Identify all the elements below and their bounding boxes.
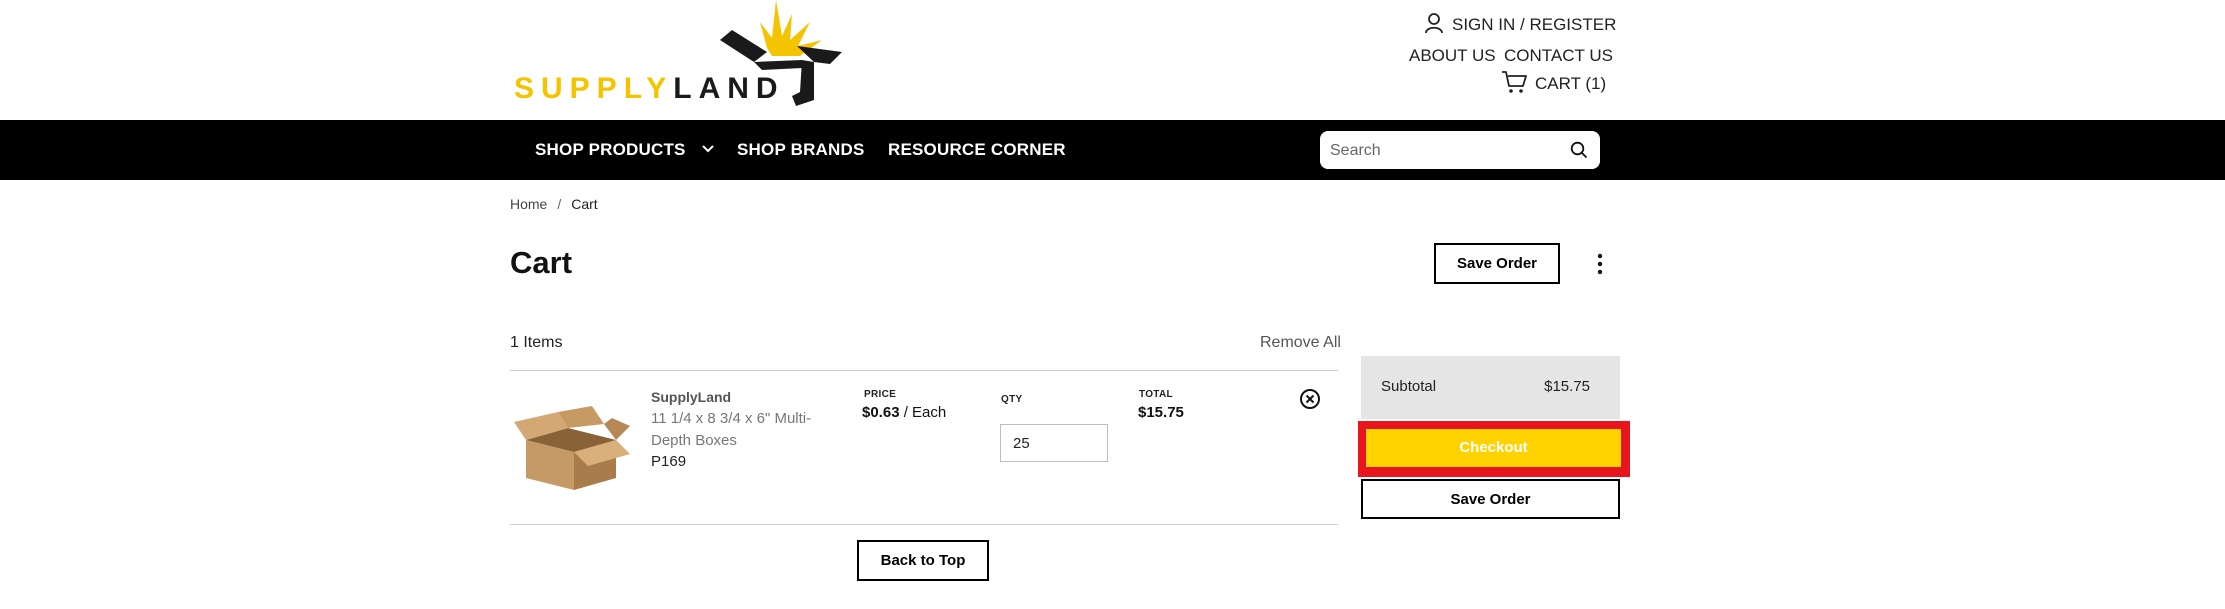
nav-resource-corner[interactable]: RESOURCE CORNER [888, 140, 1066, 160]
breadcrumb-separator: / [557, 196, 562, 212]
divider-top [510, 370, 1338, 371]
nav-shop-products-label: SHOP PRODUCTS [535, 140, 686, 159]
search-box [1320, 131, 1600, 171]
supplyland-logo[interactable]: SUPPLYLAND [512, 0, 842, 112]
subtotal-value: $15.75 [1544, 378, 1590, 395]
search-icon[interactable] [1570, 141, 1588, 159]
nav-shop-products[interactable]: SHOP PRODUCTS [535, 140, 715, 160]
checkout-button[interactable]: Checkout [1366, 429, 1621, 467]
user-icon [1425, 13, 1443, 34]
nav-shop-brands[interactable]: SHOP BRANDS [737, 140, 865, 160]
chevron-down-icon [701, 145, 714, 153]
product-sku: P169 [651, 453, 687, 470]
breadcrumb-current: Cart [571, 196, 598, 212]
price-label: PRICE [864, 389, 897, 400]
product-image[interactable] [512, 400, 632, 492]
qty-label: QTY [1001, 394, 1023, 405]
breadcrumb-home[interactable]: Home [510, 196, 547, 212]
quantity-input[interactable] [1000, 424, 1108, 462]
remove-all-link[interactable]: Remove All [1260, 334, 1341, 352]
cart-link[interactable]: CART (1) [1501, 70, 1606, 94]
sign-in-link[interactable]: SIGN IN / REGISTER [1424, 12, 1616, 35]
remove-item-icon[interactable] [1299, 388, 1321, 410]
cart-label: CART (1) [1535, 74, 1607, 93]
save-order-button-top[interactable]: Save Order [1434, 243, 1560, 284]
divider-bottom [510, 524, 1338, 525]
contact-us-link[interactable]: CONTACT US [1504, 46, 1613, 66]
cart-icon [1502, 71, 1527, 93]
back-to-top-button[interactable]: Back to Top [857, 540, 989, 581]
about-us-link[interactable]: ABOUT US [1409, 46, 1496, 66]
total-label: TOTAL [1139, 389, 1173, 400]
more-options-icon[interactable] [1593, 252, 1607, 276]
main-navbar: SHOP PRODUCTS SHOP BRANDS RESOURCE CORNE… [0, 120, 2225, 180]
product-name-link[interactable]: 11 1/4 x 8 3/4 x 6" Multi-Depth Boxes [651, 408, 831, 452]
sign-in-label: SIGN IN / REGISTER [1452, 15, 1617, 34]
items-count: 1 Items [510, 334, 563, 351]
line-total: $15.75 [1138, 404, 1184, 421]
save-order-button[interactable]: Save Order [1361, 479, 1620, 519]
subtotal-label: Subtotal [1381, 378, 1437, 395]
unit-price-unit: / Each [899, 404, 947, 421]
unit-price: $0.63 / Each [862, 404, 946, 421]
checkout-highlight: Checkout [1358, 421, 1630, 477]
logo-wordmark: SUPPLYLAND [514, 72, 785, 105]
page-title: Cart [510, 245, 573, 280]
product-brand: SupplyLand [651, 389, 732, 405]
breadcrumb: Home / Cart [510, 196, 598, 212]
unit-price-value: $0.63 [862, 404, 900, 421]
order-summary: Subtotal $15.75 [1361, 356, 1620, 419]
search-input[interactable] [1328, 131, 1562, 171]
